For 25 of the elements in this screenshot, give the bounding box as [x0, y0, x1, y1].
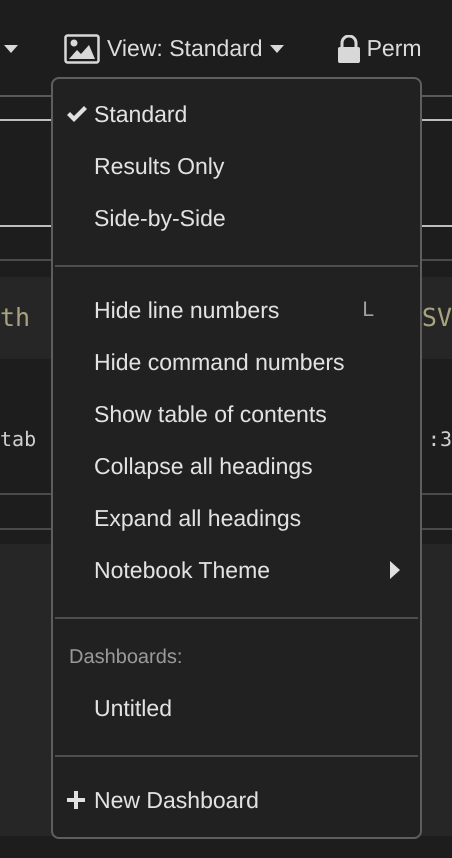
lock-icon [336, 34, 361, 62]
menu-item[interactable]: Standard [53, 88, 420, 140]
output-text: tab [0, 426, 36, 453]
menu-item[interactable]: Results Only [53, 140, 420, 192]
output-text: :3 [428, 426, 452, 453]
menu-item[interactable]: New Dashboard [53, 774, 420, 826]
menu-item[interactable]: Hide line numbers L [53, 284, 420, 336]
view-button[interactable]: View: Standard [64, 31, 284, 66]
menu-item[interactable]: Show table of contents [53, 388, 420, 440]
image-icon [64, 34, 100, 64]
plus-icon [67, 791, 85, 809]
code-text: th [0, 302, 30, 334]
menu-item[interactable]: Collapse all headings [53, 440, 420, 492]
menu-item[interactable]: Untitled [53, 682, 420, 734]
shortcut-key: L [362, 294, 374, 326]
menu-item[interactable]: Hide command numbers [53, 336, 420, 388]
menu-item[interactable]: Expand all headings [53, 492, 420, 544]
submenu-arrow-icon [390, 561, 400, 579]
permissions-button[interactable]: Perm [336, 31, 422, 66]
caret-icon [4, 44, 18, 52]
menu-item[interactable]: Side-by-Side [53, 192, 420, 244]
section-header: Dashboards: [69, 645, 182, 670]
caret-icon [270, 44, 284, 52]
code-text: SV [422, 302, 452, 334]
menu-item[interactable]: Notebook Theme [53, 544, 420, 596]
